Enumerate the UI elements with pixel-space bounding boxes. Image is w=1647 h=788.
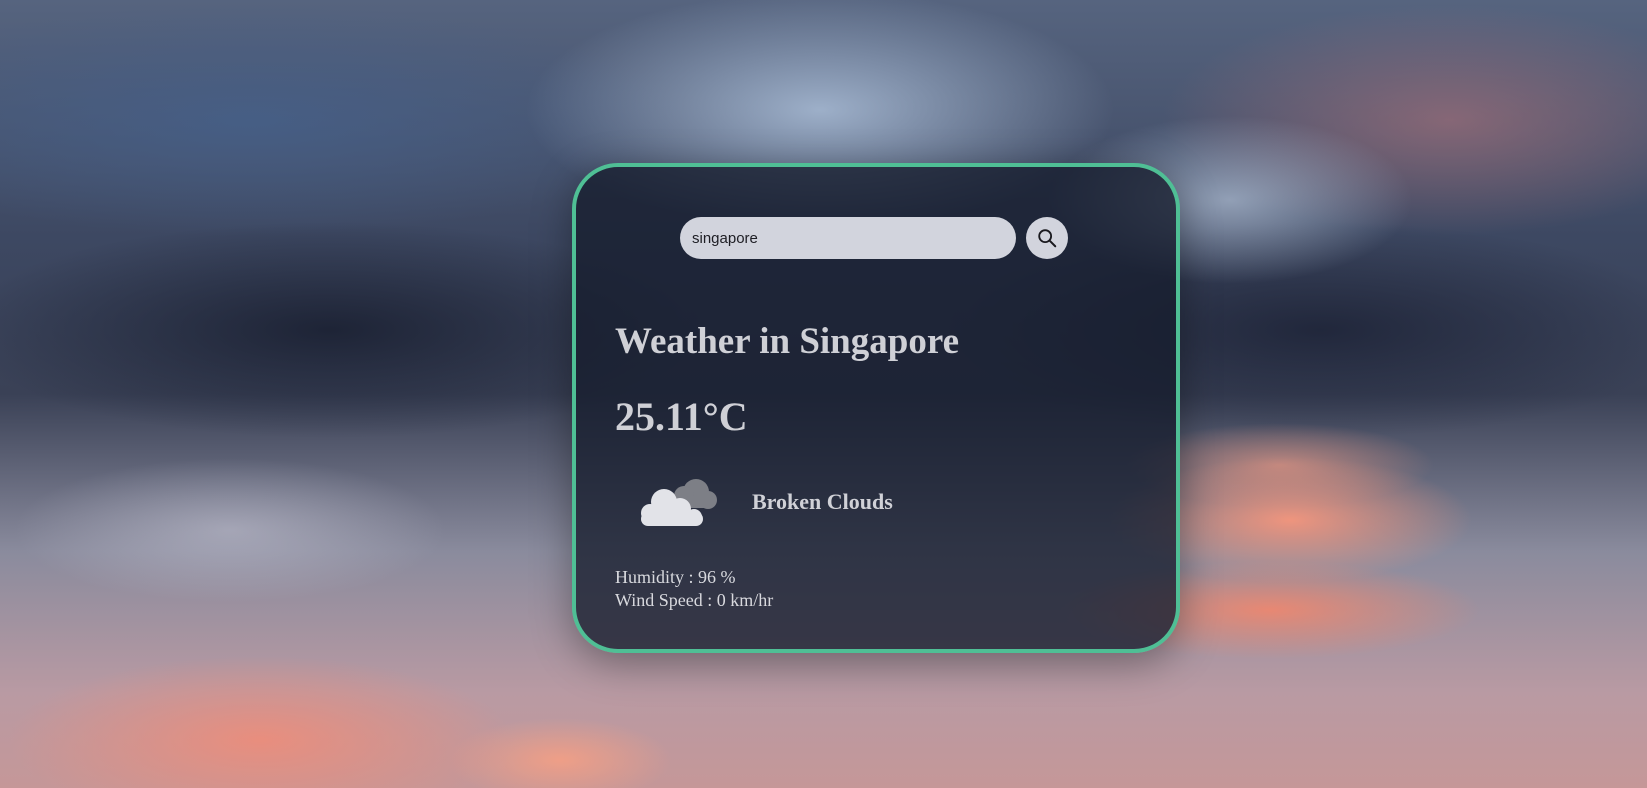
weather-card: Weather in Singapore 25.11°C Broken Clou… — [572, 163, 1180, 653]
weather-details: Humidity : 96 % Wind Speed : 0 km/hr — [615, 566, 773, 612]
city-title: Weather in Singapore — [615, 321, 960, 362]
search-button[interactable] — [1026, 217, 1068, 259]
humidity-label: Humidity : 96 % — [615, 567, 736, 587]
weather-condition: Broken Clouds — [634, 472, 893, 532]
search-icon — [1038, 229, 1057, 248]
city-search-input[interactable] — [680, 217, 1016, 259]
broken-clouds-icon — [641, 479, 717, 526]
search-bar — [680, 217, 1068, 259]
weather-app-page: { "search": { "value": "singapore", "but… — [0, 0, 1647, 788]
temperature-value: 25.11°C — [615, 394, 748, 439]
wind-speed-label: Wind Speed : 0 km/hr — [615, 590, 774, 610]
condition-label: Broken Clouds — [752, 489, 893, 514]
